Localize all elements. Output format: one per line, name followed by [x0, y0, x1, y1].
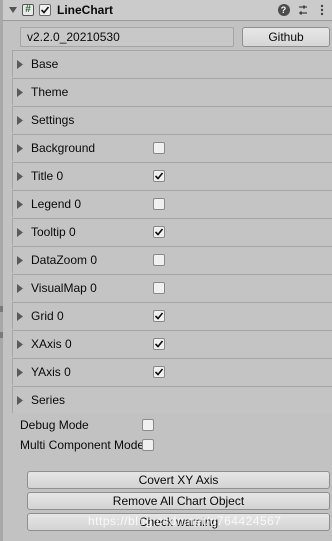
more-icon[interactable]: [315, 4, 328, 17]
section-label: Grid 0: [31, 309, 64, 323]
visualmap-0-show-checkbox[interactable]: [153, 282, 165, 294]
component-header[interactable]: # LineChart ?: [3, 0, 332, 21]
foldout-arrow-right-icon[interactable]: [17, 199, 25, 209]
section-background[interactable]: Background: [12, 134, 332, 161]
foldout-arrow-right-icon[interactable]: [17, 171, 25, 181]
foldout-arrow-right-icon[interactable]: [17, 311, 25, 321]
background-show-checkbox[interactable]: [153, 142, 165, 154]
github-button[interactable]: Github: [242, 27, 330, 47]
script-icon: #: [22, 4, 34, 16]
section-xaxis-0[interactable]: XAxis 0: [12, 330, 332, 357]
datazoom-0-show-checkbox[interactable]: [153, 254, 165, 266]
multi-component-mode-row: Multi Component Mode: [20, 435, 332, 455]
left-edge-strip: [0, 0, 3, 541]
help-icon[interactable]: ?: [277, 4, 290, 17]
foldout-arrow-right-icon[interactable]: [17, 87, 25, 97]
version-label: v2.2.0_20210530: [20, 27, 234, 47]
foldout-arrow-right-icon[interactable]: [17, 283, 25, 293]
section-series[interactable]: Series: [12, 386, 332, 413]
xaxis-0-show-checkbox[interactable]: [153, 338, 165, 350]
section-label: Settings: [31, 113, 75, 127]
yaxis-0-show-checkbox[interactable]: [153, 366, 165, 378]
preset-icon[interactable]: [296, 4, 309, 17]
edge-marker: [0, 306, 3, 312]
section-label: Series: [31, 393, 66, 407]
foldout-arrow-right-icon[interactable]: [17, 255, 25, 265]
section-label: DataZoom 0: [31, 253, 98, 267]
section-title-0[interactable]: Title 0: [12, 162, 332, 189]
foldout-arrow-right-icon[interactable]: [17, 59, 25, 69]
section-datazoom-0[interactable]: DataZoom 0: [12, 246, 332, 273]
remove-all-chart-object-button[interactable]: Remove All Chart Object: [27, 492, 330, 510]
component-title: LineChart: [57, 3, 114, 17]
check-warning-button[interactable]: Check warning: [27, 513, 330, 531]
section-tooltip-0[interactable]: Tooltip 0: [12, 218, 332, 245]
grid-0-show-checkbox[interactable]: [153, 310, 165, 322]
multi-component-mode-label: Multi Component Mode: [20, 438, 142, 452]
edge-marker: [0, 332, 3, 338]
foldout-arrow-right-icon[interactable]: [17, 367, 25, 377]
section-label: XAxis 0: [31, 337, 72, 351]
foldout-arrow-right-icon[interactable]: [17, 395, 25, 405]
legend-0-show-checkbox[interactable]: [153, 198, 165, 210]
section-settings[interactable]: Settings: [12, 106, 332, 133]
section-label: Background: [31, 141, 96, 155]
section-label: VisualMap 0: [31, 281, 97, 295]
foldout-arrow-right-icon[interactable]: [17, 227, 25, 237]
title-0-show-checkbox[interactable]: [153, 170, 165, 182]
section-label: YAxis 0: [31, 365, 71, 379]
tooltip-0-show-checkbox[interactable]: [153, 226, 165, 238]
component-enabled-checkbox[interactable]: [39, 4, 51, 16]
debug-mode-checkbox[interactable]: [142, 419, 154, 431]
multi-component-mode-checkbox[interactable]: [142, 439, 154, 451]
covert-xy-axis-button[interactable]: Covert XY Axis: [27, 471, 330, 489]
foldout-arrow-down-icon[interactable]: [8, 5, 18, 15]
section-label: Title 0: [31, 169, 64, 183]
section-grid-0[interactable]: Grid 0: [12, 302, 332, 329]
section-label: Base: [31, 57, 59, 71]
debug-mode-label: Debug Mode: [20, 418, 89, 432]
section-visualmap-0[interactable]: VisualMap 0: [12, 274, 332, 301]
section-label: Tooltip 0: [31, 225, 76, 239]
section-label: Legend 0: [31, 197, 82, 211]
debug-mode-row: Debug Mode: [20, 415, 332, 435]
section-base[interactable]: Base: [12, 50, 332, 77]
section-label: Theme: [31, 85, 69, 99]
section-yaxis-0[interactable]: YAxis 0: [12, 358, 332, 385]
foldout-arrow-right-icon[interactable]: [17, 115, 25, 125]
foldout-arrow-right-icon[interactable]: [17, 143, 25, 153]
foldout-arrow-right-icon[interactable]: [17, 339, 25, 349]
section-legend-0[interactable]: Legend 0: [12, 190, 332, 217]
section-theme[interactable]: Theme: [12, 78, 332, 105]
